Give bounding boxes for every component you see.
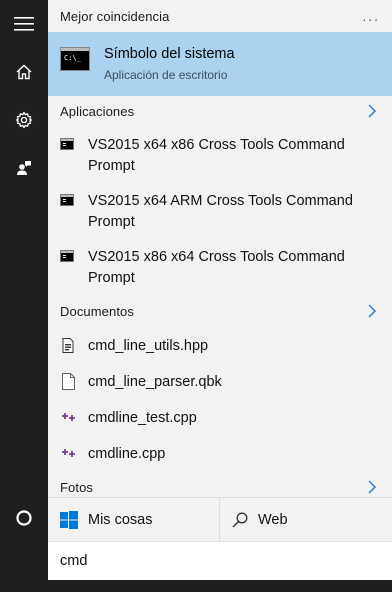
document-item[interactable]: cmdline_test.cpp xyxy=(48,406,392,434)
document-name: cmdline_test.cpp xyxy=(88,410,197,426)
chevron-right-icon xyxy=(368,304,377,318)
search-input[interactable] xyxy=(60,553,360,569)
document-item[interactable]: cmdline.cpp xyxy=(48,442,392,470)
cpp-file-icon xyxy=(62,413,75,421)
command-prompt-icon xyxy=(60,194,74,206)
header-file-icon xyxy=(62,338,74,353)
chevron-right-icon xyxy=(368,480,377,494)
hamburger-menu-icon xyxy=(14,17,34,31)
app-item-line2: Prompt xyxy=(88,214,135,230)
documents-section-header[interactable]: Documentos xyxy=(48,296,392,326)
photos-section-label: Fotos xyxy=(60,479,94,495)
app-item-line1: VS2015 x64 x86 Cross Tools Command xyxy=(88,137,345,153)
app-item[interactable]: VS2015 x64 x86 Cross Tools Command Promp… xyxy=(48,132,392,184)
app-item[interactable]: VS2015 x86 x64 Cross Tools Command Promp… xyxy=(48,244,392,296)
best-match-item[interactable]: C:\_ Símbolo del sistema Aplicación de e… xyxy=(48,32,392,96)
search-icon xyxy=(232,512,248,528)
web-label: Web xyxy=(258,512,288,528)
best-match-title: Símbolo del sistema xyxy=(104,46,235,62)
hamburger-menu-button[interactable] xyxy=(0,0,48,48)
home-button[interactable] xyxy=(0,48,48,96)
command-prompt-icon xyxy=(60,138,74,150)
documents-section-label: Documentos xyxy=(60,303,134,319)
best-match-header-label: Mejor coincidencia xyxy=(60,8,170,24)
command-prompt-icon: C:\_ xyxy=(60,47,90,71)
more-options-icon[interactable]: ... xyxy=(362,9,380,23)
search-scope-bar: Mis cosas Web xyxy=(48,497,392,542)
web-search-button[interactable]: Web xyxy=(232,498,382,542)
app-item-line2: Prompt xyxy=(88,270,135,286)
feedback-button[interactable] xyxy=(0,144,48,192)
home-icon xyxy=(16,64,32,80)
my-stuff-label: Mis cosas xyxy=(88,512,153,528)
apps-section-label: Aplicaciones xyxy=(60,103,135,119)
blank-file-icon xyxy=(62,373,75,390)
my-stuff-button[interactable]: Mis cosas xyxy=(60,498,218,542)
cortana-button[interactable] xyxy=(0,494,48,542)
apps-section-header[interactable]: Aplicaciones xyxy=(48,96,392,126)
user-feedback-icon xyxy=(17,161,31,175)
results-panel: Mejor coincidencia ... C:\_ Símbolo del … xyxy=(48,0,392,497)
document-name: cmd_line_parser.qbk xyxy=(88,374,222,390)
cortana-circle-icon xyxy=(16,510,32,526)
search-box[interactable] xyxy=(48,541,392,580)
photos-section-header[interactable]: Fotos xyxy=(48,472,392,497)
app-item-line1: VS2015 x86 x64 Cross Tools Command xyxy=(88,249,345,265)
windows-logo-icon xyxy=(60,511,78,529)
chevron-right-icon xyxy=(368,104,377,118)
app-item-line2: Prompt xyxy=(88,158,135,174)
best-match-subtitle: Aplicación de escritorio xyxy=(104,68,228,82)
cpp-file-icon xyxy=(62,449,75,457)
app-item[interactable]: VS2015 x64 ARM Cross Tools Command Promp… xyxy=(48,188,392,240)
command-prompt-icon xyxy=(60,250,74,262)
gear-icon xyxy=(15,111,33,129)
scope-divider xyxy=(219,498,220,542)
command-prompt-glyph: C:\_ xyxy=(64,54,81,62)
document-item[interactable]: cmd_line_parser.qbk xyxy=(48,370,392,398)
document-name: cmd_line_utils.hpp xyxy=(88,338,209,354)
document-item[interactable]: cmd_line_utils.hpp xyxy=(48,334,392,362)
taskbar-strip xyxy=(0,580,392,592)
best-match-header: Mejor coincidencia ... xyxy=(48,1,392,31)
document-name: cmdline.cpp xyxy=(88,446,166,462)
app-item-line1: VS2015 x64 ARM Cross Tools Command xyxy=(88,193,353,209)
left-rail xyxy=(0,0,48,580)
settings-button[interactable] xyxy=(0,96,48,144)
